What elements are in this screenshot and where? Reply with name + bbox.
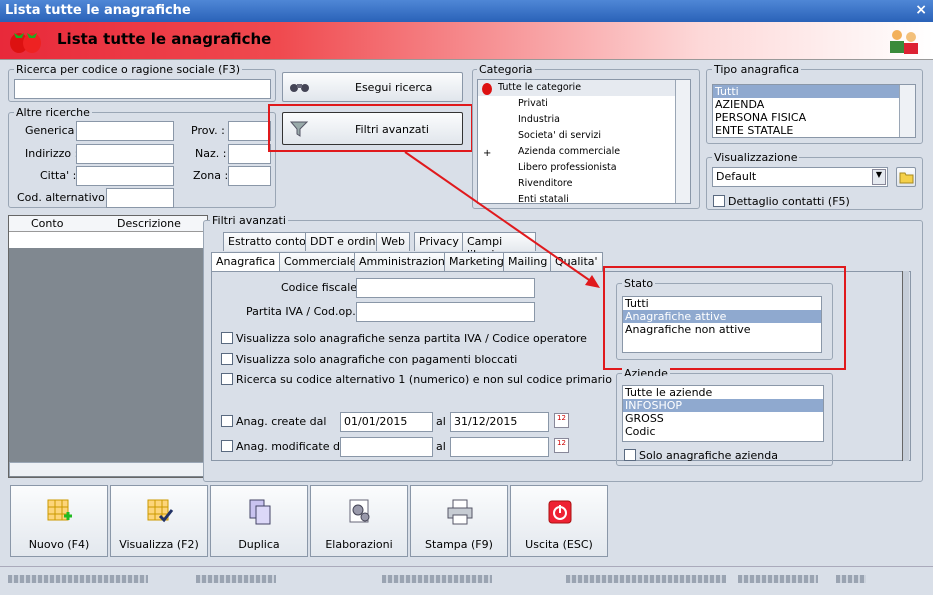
gears-icon [349, 499, 370, 523]
print-button-label: Stampa (F9) [425, 538, 493, 551]
exit-button-label: Uscita (ESC) [525, 538, 593, 551]
process-button[interactable]: Elaborazioni [310, 485, 408, 557]
status-blurred-2 [196, 575, 276, 583]
power-icon [548, 500, 572, 524]
new-button-label: Nuovo (F4) [28, 538, 90, 551]
exit-button[interactable]: Uscita (ESC) [510, 485, 608, 557]
copy-icon [249, 499, 271, 525]
view-button-label: Visualizza (F2) [119, 538, 199, 551]
duplicate-button-label: Duplica [238, 538, 280, 551]
status-blurred-6 [836, 575, 866, 583]
grid-check-icon [147, 499, 174, 523]
process-button-label: Elaborazioni [325, 538, 393, 551]
status-blurred-1 [8, 575, 148, 583]
status-blurred-3 [382, 575, 492, 583]
grid-add-icon [47, 499, 72, 521]
status-blurred-4 [566, 575, 726, 583]
printer-icon [447, 499, 473, 525]
duplicate-button[interactable]: Duplica [210, 485, 308, 557]
print-button[interactable]: Stampa (F9) [410, 485, 508, 557]
view-button[interactable]: Visualizza (F2) [110, 485, 208, 557]
new-button[interactable]: Nuovo (F4) [10, 485, 108, 557]
status-blurred-5 [738, 575, 818, 583]
